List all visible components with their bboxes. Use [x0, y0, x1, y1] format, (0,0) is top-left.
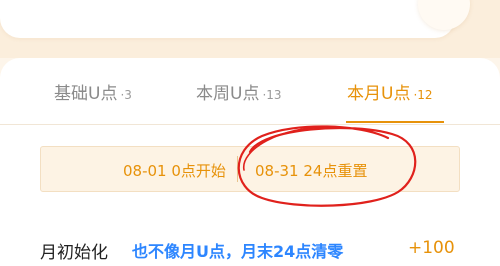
tab-monthly-points[interactable]: 本月U点 ·12 [347, 79, 433, 104]
header-background [0, 0, 500, 58]
points-tabs: 基础U点 ·3 本周U点 ·13 本月U点 ·12 [0, 74, 500, 124]
tab-weekly-points-count: ·13 [262, 88, 282, 102]
tab-basic-points-label: 基础U点 [54, 84, 118, 104]
task-annotation-note: 也不像月U点，月末24点清零 [132, 242, 344, 261]
tabs-divider [0, 124, 500, 125]
tab-monthly-points-label: 本月U点 [347, 84, 411, 104]
tab-weekly-points[interactable]: 本周U点 ·13 [196, 79, 282, 104]
active-tab-indicator [346, 121, 444, 123]
period-range-box: 08-01 0点开始 08-31 24点重置 [40, 146, 460, 192]
tab-monthly-points-count: ·12 [413, 88, 433, 102]
tab-basic-points-count: ·3 [120, 88, 132, 102]
tab-weekly-points-label: 本周U点 [196, 84, 260, 104]
period-end: 08-31 24点重置 [255, 162, 368, 180]
task-points: +100 [408, 238, 455, 258]
top-card [0, 0, 455, 38]
task-label: 月初始化 [40, 243, 108, 263]
period-start: 08-01 0点开始 [123, 162, 226, 180]
period-separator [237, 156, 238, 182]
tab-basic-points[interactable]: 基础U点 ·3 [54, 79, 132, 104]
task-row: 月初始化 也不像月U点，月末24点清零 +100 [0, 228, 500, 266]
